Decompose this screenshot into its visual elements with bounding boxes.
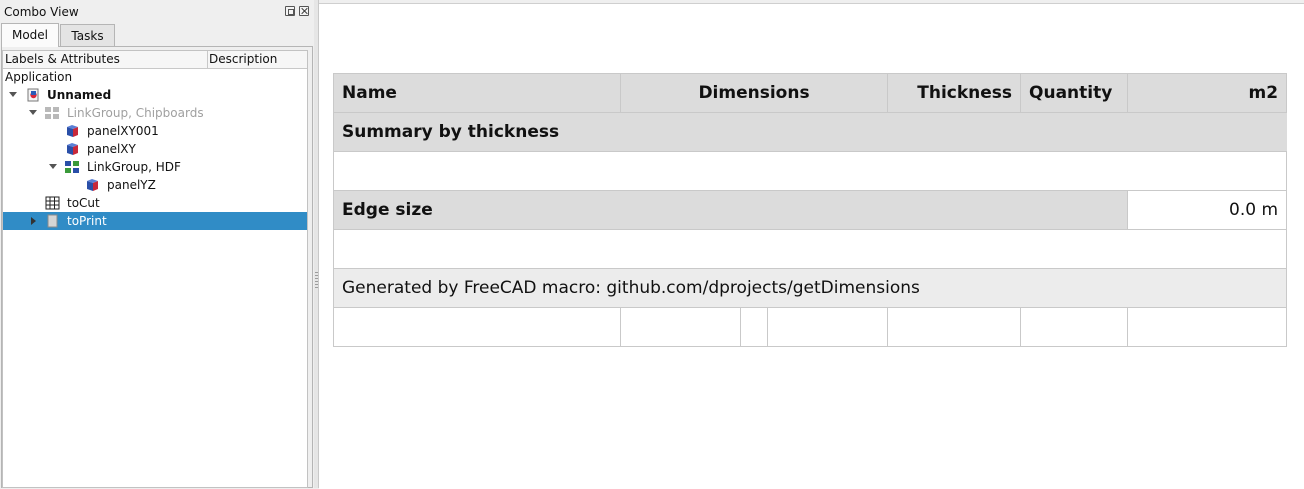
empty-row	[332, 151, 1288, 191]
tree-header: Labels & Attributes Description	[3, 51, 307, 69]
cell	[620, 307, 741, 347]
cell	[1127, 307, 1288, 347]
part-box-icon	[67, 125, 78, 137]
combo-view-title: Combo View	[4, 5, 79, 19]
tree-item-linkgroup-hdf[interactable]: LinkGroup, HDF	[3, 158, 307, 176]
float-panel-button[interactable]	[285, 6, 295, 16]
collapse-arrow-icon[interactable]	[29, 110, 37, 115]
expand-arrow-icon[interactable]	[31, 217, 36, 225]
tree-item-label: LinkGroup, Chipboards	[67, 106, 204, 120]
tree-item-linkgroup-chipboards[interactable]: LinkGroup, Chipboards	[3, 104, 307, 122]
tree-item-panelyz[interactable]: panelYZ	[3, 176, 307, 194]
cell	[740, 307, 768, 347]
header-name: Name	[333, 73, 621, 113]
header-thickness: Thickness	[887, 73, 1022, 113]
link-group-icon	[65, 161, 79, 173]
table-row	[333, 307, 1288, 347]
close-panel-button[interactable]	[299, 6, 309, 16]
column-header-description[interactable]: Description	[209, 51, 277, 68]
tree-item-panelxy[interactable]: panelXY	[3, 140, 307, 158]
cell	[887, 307, 1022, 347]
tree-item-toprint[interactable]: toPrint	[3, 212, 307, 230]
spreadsheet-icon	[45, 196, 60, 210]
column-divider[interactable]	[207, 51, 208, 68]
empty-cell	[332, 229, 1288, 269]
model-tree[interactable]: Labels & Attributes Description Applicat…	[2, 50, 308, 488]
edge-size-label: Edge size	[332, 190, 1129, 230]
dimensions-table: Name Dimensions Thickness Quantity m2 Su…	[332, 73, 1288, 347]
summary-title: Summary by thickness	[332, 112, 1287, 152]
edge-size-row: Edge size 0.0 m	[332, 190, 1288, 230]
edge-size-value: 0.0 m	[1127, 190, 1288, 230]
tree-item-application[interactable]: Application	[3, 68, 307, 86]
header-quantity: Quantity	[1020, 73, 1129, 113]
header-dimensions: Dimensions	[619, 73, 889, 113]
table-header-row: Name Dimensions Thickness Quantity m2	[333, 73, 1288, 113]
link-group-icon	[45, 107, 59, 119]
cell	[766, 307, 889, 347]
generated-by-row: Generated by FreeCAD macro: github.com/d…	[332, 268, 1288, 308]
tree-item-label: toPrint	[67, 214, 107, 228]
tree-item-label: toCut	[67, 196, 100, 210]
tree-item-label: panelXY	[87, 142, 136, 156]
generated-by-text: Generated by FreeCAD macro: github.com/d…	[332, 268, 1288, 308]
combo-view-panel: Combo View Model Tasks Labels & Attribut…	[0, 0, 314, 488]
splitter-grip-icon[interactable]	[315, 272, 318, 290]
tree-item-label: Unnamed	[47, 88, 112, 102]
tree-item-panelxy001[interactable]: panelXY001	[3, 122, 307, 140]
tree-item-tocut[interactable]: toCut	[3, 194, 307, 212]
tree-item-label: Application	[5, 70, 73, 84]
page-icon	[47, 214, 58, 228]
cell	[1020, 307, 1129, 347]
empty-row	[332, 229, 1288, 269]
tree-item-label: panelXY001	[87, 124, 159, 138]
tab-model[interactable]: Model	[1, 23, 59, 47]
tree-item-label: LinkGroup, HDF	[87, 160, 181, 174]
cell	[333, 307, 621, 347]
part-box-icon	[67, 143, 78, 155]
collapse-arrow-icon[interactable]	[49, 164, 57, 169]
header-m2: m2	[1127, 73, 1288, 113]
empty-cell	[332, 151, 1288, 191]
collapse-arrow-icon[interactable]	[9, 92, 17, 97]
document-icon	[27, 88, 39, 102]
column-header-labels[interactable]: Labels & Attributes	[5, 51, 205, 68]
tab-tasks[interactable]: Tasks	[60, 24, 115, 46]
report-view: Name Dimensions Thickness Quantity m2 Su…	[319, 3, 1304, 489]
summary-title-row: Summary by thickness	[332, 112, 1287, 152]
part-box-icon	[87, 179, 98, 191]
tree-item-label: panelYZ	[107, 178, 156, 192]
tree-item-document[interactable]: Unnamed	[3, 86, 307, 104]
